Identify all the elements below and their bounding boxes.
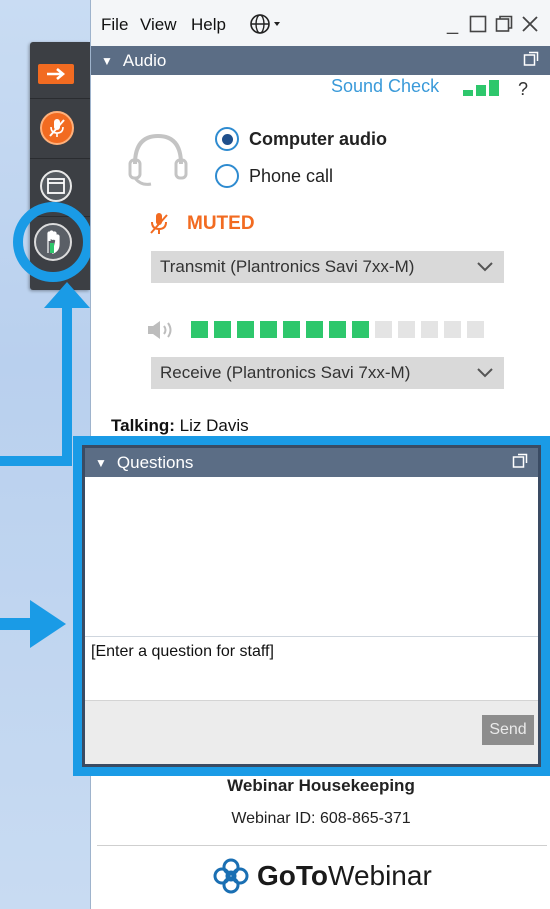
questions-log [85, 477, 538, 637]
receive-device-select[interactable]: Receive (Plantronics Savi 7xx-M) [151, 357, 504, 389]
microphone-muted-icon [49, 119, 65, 137]
menu-help[interactable]: Help [191, 15, 226, 35]
webinar-id: Webinar ID: 608-865-371 [231, 810, 411, 827]
menu-bar: File View Help _ [91, 0, 550, 46]
level-segment [421, 321, 438, 338]
level-segment [375, 321, 392, 338]
phone-call-label: Phone call [249, 165, 334, 186]
transmit-device-select[interactable]: Transmit (Plantronics Savi 7xx-M) [151, 251, 504, 283]
level-segment [283, 321, 300, 338]
maximize-icon [469, 15, 487, 33]
chevron-down-icon [477, 262, 493, 272]
talking-label: Talking: [111, 416, 175, 435]
level-segment [306, 321, 323, 338]
questions-panel: ▼ Questions [Enter a question for staff]… [82, 445, 541, 767]
receive-device-value: Receive (Plantronics Savi 7xx-M) [160, 363, 411, 382]
menu-view[interactable]: View [140, 15, 177, 35]
signal-strength-icon [463, 80, 499, 96]
brand-goto: GoTo [257, 860, 329, 891]
close-button[interactable] [521, 15, 539, 39]
muted-label: MUTED [187, 213, 255, 234]
level-segment [398, 321, 415, 338]
questions-footer: Send [85, 700, 538, 764]
speaker-icon [148, 321, 172, 339]
headset-icon [128, 133, 188, 186]
audio-panel-title: Audio [122, 50, 167, 70]
arrow-right-icon [47, 68, 66, 80]
window-icon [47, 178, 65, 194]
talking-name: Liz Davis [179, 416, 249, 435]
annotation-arrow-up-shaft [62, 300, 72, 464]
level-segment [214, 321, 231, 338]
talking-indicator: Talking: Liz Davis [111, 416, 249, 436]
annotation-arrow-up-head [44, 282, 90, 308]
gotowebinar-logo: GoTo Webinar [211, 856, 432, 896]
level-segment [329, 321, 346, 338]
popout-icon[interactable] [523, 51, 539, 72]
mute-toggle-button[interactable] [40, 111, 74, 145]
minimize-button[interactable]: _ [447, 13, 458, 36]
send-button[interactable]: Send [482, 715, 534, 745]
collapse-triangle-icon: ▼ [101, 53, 113, 68]
show-window-button[interactable] [40, 170, 72, 202]
language-menu[interactable] [249, 13, 283, 40]
chevron-down-icon [477, 368, 493, 378]
restore-button[interactable] [495, 15, 513, 39]
webinar-title: Webinar Housekeeping [227, 776, 415, 795]
globe-icon [250, 14, 280, 34]
radio-unselected-icon [215, 164, 239, 188]
raise-hand-button[interactable] [34, 223, 72, 261]
annotation-arrow-right-head [30, 600, 66, 648]
phone-call-radio[interactable]: Phone call [215, 164, 333, 188]
maximize-button[interactable] [469, 15, 487, 39]
raise-hand-icon [47, 230, 60, 254]
audio-level-meter [191, 321, 490, 338]
audio-panel-header[interactable]: ▼ Audio [91, 46, 550, 75]
restore-icon [495, 15, 513, 32]
level-segment [444, 321, 461, 338]
level-segment [467, 321, 484, 338]
mute-status: MUTED [149, 211, 255, 237]
computer-audio-radio[interactable]: Computer audio [215, 127, 387, 151]
questions-panel-header[interactable]: ▼ Questions [85, 448, 538, 477]
sound-check-link[interactable]: Sound Check [331, 76, 439, 97]
expand-panel-button[interactable] [38, 64, 74, 84]
level-segment [237, 321, 254, 338]
close-icon [522, 16, 538, 32]
gotowebinar-logo-icon [213, 858, 249, 894]
collapse-triangle-icon: ▼ [95, 455, 107, 470]
brand-webinar: Webinar [328, 860, 432, 891]
transmit-device-value: Transmit (Plantronics Savi 7xx-M) [160, 257, 415, 276]
help-button[interactable]: ? [518, 79, 528, 100]
popout-icon[interactable] [512, 453, 528, 474]
annotation-line-left [0, 456, 72, 466]
level-segment [352, 321, 369, 338]
computer-audio-label: Computer audio [249, 128, 387, 149]
level-segment [260, 321, 277, 338]
microphone-muted-icon [150, 213, 168, 234]
annotation-arrow-right-shaft [0, 618, 34, 630]
menu-file[interactable]: File [101, 15, 128, 35]
level-segment [191, 321, 208, 338]
question-input[interactable]: [Enter a question for staff] [87, 638, 536, 698]
radio-selected-icon [215, 127, 239, 151]
footer-divider [97, 845, 547, 846]
questions-highlight-frame: ▼ Questions [Enter a question for staff]… [73, 436, 550, 776]
questions-panel-title: Questions [116, 452, 194, 472]
